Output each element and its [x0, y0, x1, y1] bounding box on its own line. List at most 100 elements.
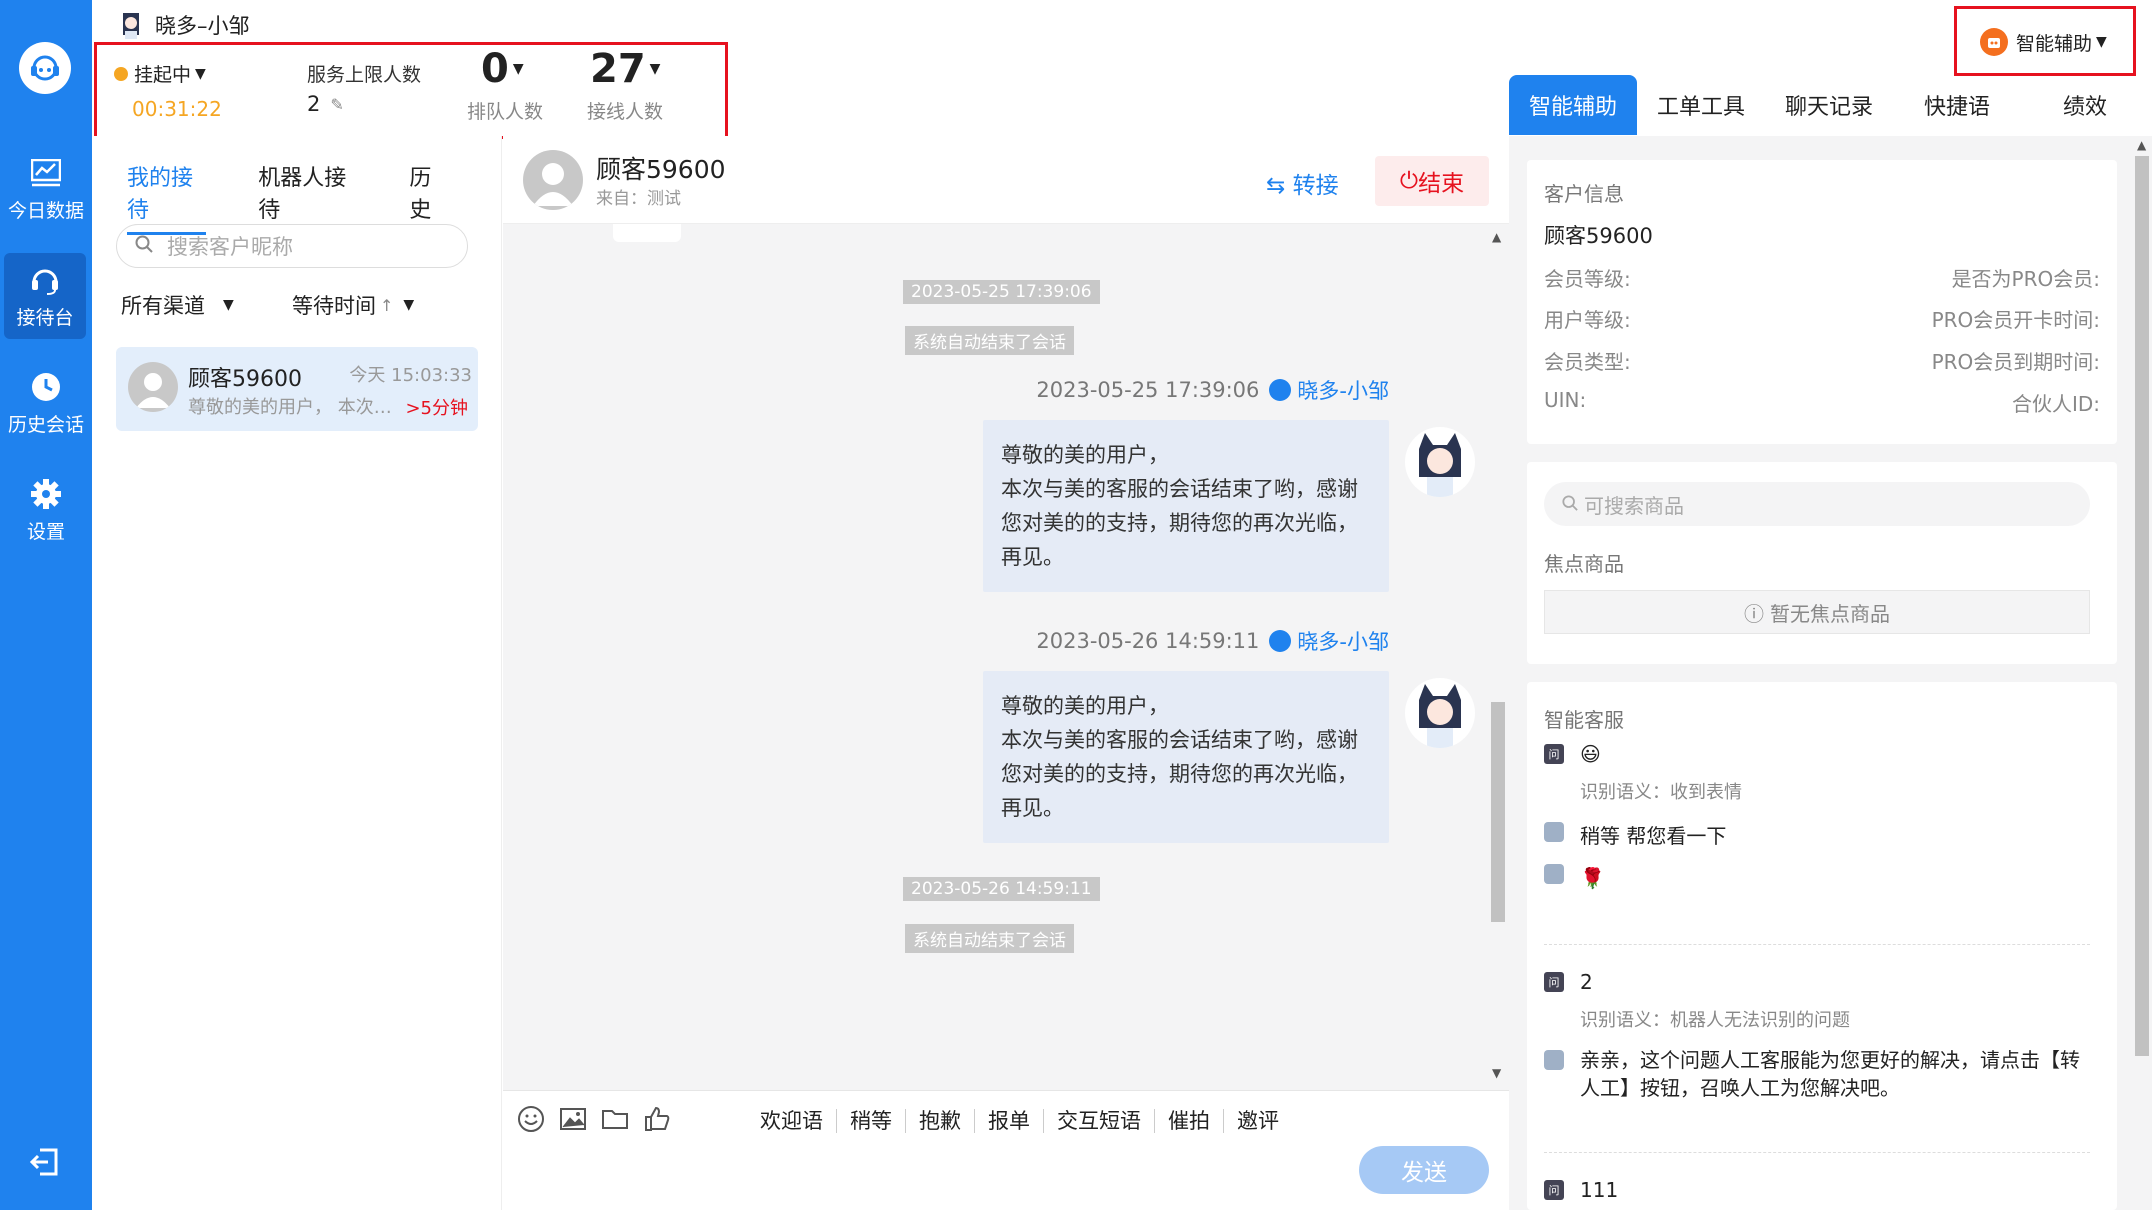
sidebar-item-settings[interactable]: 设置	[0, 467, 92, 553]
customer-search-input[interactable]: 搜索客户昵称	[116, 224, 468, 268]
system-timestamp: 2023-05-26 14:59:11	[903, 877, 1100, 901]
folder-icon[interactable]	[601, 1105, 629, 1133]
focus-products-title: 焦点商品	[1544, 552, 1624, 576]
sidebar-item-history[interactable]: 历史会话	[0, 360, 92, 446]
composer-tools	[517, 1105, 685, 1133]
customer-avatar	[128, 362, 178, 412]
quick-phrase-sorry[interactable]: 抱歉	[906, 1109, 975, 1133]
connected-count-dropdown[interactable]: 27 ▼	[590, 46, 660, 92]
status-dropdown[interactable]: 挂起中 ▼	[114, 60, 206, 87]
customer-info-title: 客户信息	[1544, 182, 1624, 206]
message-sender: 晓多-小邹	[1297, 379, 1389, 403]
answer-text: 🌹	[1580, 866, 1605, 890]
gear-icon	[29, 477, 63, 511]
emoji-icon[interactable]	[517, 1105, 545, 1133]
image-icon[interactable]	[559, 1105, 587, 1133]
qa-answer[interactable]: 🌹	[1544, 864, 1605, 892]
answer-text: 稍等 帮您看一下	[1580, 824, 1727, 848]
answer-icon	[1544, 1050, 1564, 1070]
chat-pane: 顾客59600 来自：测试 ⇆ 转接 ⏻ 结束 2023-05-25 17:39:…	[503, 136, 1509, 1210]
product-card: 可搜索商品 焦点商品 ⓘ 暂无焦点商品	[1527, 462, 2117, 664]
quick-phrase-wait[interactable]: 稍等	[837, 1109, 906, 1133]
system-message: 系统自动结束了会话	[905, 326, 1074, 355]
chevron-down-icon: ▼	[2096, 34, 2107, 50]
thumbs-up-icon[interactable]	[643, 1105, 671, 1133]
send-button[interactable]: 发送	[1359, 1146, 1489, 1194]
chat-scrollbar[interactable]: ▲ ▼	[1487, 230, 1507, 1086]
scroll-up-icon[interactable]: ▲	[1492, 230, 1501, 244]
chevron-down-icon: ▼	[649, 61, 661, 77]
sidebar: 今日数据 接待台 历史会话 设置	[0, 0, 92, 1210]
service-limit-edit[interactable]: 2 ✎	[307, 92, 344, 116]
sidebar-item-label: 设置	[26, 520, 65, 543]
transfer-button[interactable]: ⇆ 转接	[1266, 166, 1339, 200]
message-text: 尊敬的美的用户， 本次与美的客服的会话结束了哟，感谢您对美的的支持，期待您的再次…	[1001, 443, 1358, 569]
headset-icon	[28, 263, 62, 297]
divider	[1544, 944, 2090, 945]
queue-count: 0	[481, 46, 509, 92]
status-label: 挂起中	[134, 64, 192, 86]
sidebar-item-label: 接待台	[16, 306, 74, 329]
product-search-input[interactable]: 可搜索商品	[1544, 482, 2090, 526]
tab-ticket-tools[interactable]: 工单工具	[1637, 75, 1765, 135]
sidebar-item-today-data[interactable]: 今日数据	[0, 146, 92, 232]
quick-phrase-urge[interactable]: 催拍	[1155, 1109, 1224, 1133]
smart-assist-dropdown[interactable]: 智能辅助 ▼	[1980, 28, 2107, 56]
no-focus-products: ⓘ 暂无焦点商品	[1544, 590, 2090, 634]
message-input[interactable]	[503, 1150, 1509, 1210]
product-search-placeholder: 可搜索商品	[1584, 493, 1684, 518]
search-icon	[1562, 492, 1578, 516]
quick-phrase-bar: 欢迎语 稍等 抱歉 报单 交互短语 催拍 邀评	[747, 1109, 1292, 1133]
right-panel-scrollbar[interactable]: ▲	[2132, 136, 2152, 1210]
pro-open-time-label: PRO会员开卡时间:	[1931, 308, 2100, 332]
pencil-icon: ✎	[330, 94, 344, 114]
chevron-down-icon: ▼	[223, 297, 234, 313]
tab-performance[interactable]: 绩效	[2021, 75, 2149, 135]
user-level-label: 用户等级:	[1544, 308, 1631, 332]
answer-icon	[1544, 822, 1564, 842]
qa-semantic: 识别语义：机器人无法识别的问题	[1580, 1010, 1850, 1031]
clock-icon	[29, 370, 63, 404]
conversation-preview: 尊敬的美的用户， 本次与美的客服的会话结束了哟	[188, 397, 398, 418]
connected-count: 27	[590, 46, 646, 92]
scrollbar-thumb[interactable]	[1491, 702, 1505, 922]
system-message: 系统自动结束了会话	[905, 924, 1074, 953]
qa-answer[interactable]: 亲亲，这个问题人工客服能为您更好的解决，请点击【转人工】按钮，召唤人工为您解决吧…	[1544, 1046, 2090, 1102]
quick-phrase-order[interactable]: 报单	[975, 1109, 1044, 1133]
smart-assist-label: 智能辅助	[2016, 32, 2093, 55]
info-icon: ⓘ	[1744, 601, 1764, 626]
question-icon: 问	[1544, 1180, 1564, 1200]
service-limit-label: 服务上限人数	[307, 64, 422, 86]
wait-time-label: 等待时间	[292, 294, 376, 318]
robot-icon	[1269, 379, 1292, 401]
chart-icon	[29, 156, 63, 190]
agent-info: 晓多–小邹	[117, 10, 250, 40]
tab-chat-history[interactable]: 聊天记录	[1765, 75, 1893, 135]
queue-count-dropdown[interactable]: 0 ▼	[481, 46, 524, 92]
conversation-item[interactable]: 顾客59600 今天 15:03:33 尊敬的美的用户， 本次与美的客服的会话结…	[116, 347, 478, 431]
channel-filter-dropdown[interactable]: 所有渠道 ▼	[121, 290, 234, 320]
quick-phrase-review[interactable]: 邀评	[1224, 1109, 1292, 1133]
agent-avatar	[1405, 678, 1475, 748]
scroll-up-icon[interactable]: ▲	[2137, 138, 2146, 152]
message-bubble: 尊敬的美的用户， 本次与美的客服的会话结束了哟，感谢您对美的的支持，期待您的再次…	[983, 671, 1389, 843]
quick-phrase-interactive[interactable]: 交互短语	[1044, 1109, 1155, 1133]
qa-answer[interactable]: 稍等 帮您看一下	[1544, 822, 1726, 850]
transfer-icon: ⇆	[1266, 173, 1293, 199]
quick-phrase-welcome[interactable]: 欢迎语	[747, 1109, 837, 1133]
tab-smart-assist[interactable]: 智能辅助	[1509, 75, 1637, 135]
member-type-label: 会员类型:	[1544, 350, 1631, 374]
conversation-list-pane: 我的接待 机器人接待 历史 搜索客户昵称 所有渠道 ▼ 等待时间 ↑ ▼ 顾客5960…	[92, 136, 502, 1210]
sidebar-item-reception[interactable]: 接待台	[4, 253, 86, 339]
question-icon: 问	[1544, 972, 1564, 992]
wait-time-sort-dropdown[interactable]: 等待时间 ↑ ▼	[292, 290, 414, 320]
logout-icon[interactable]	[28, 1144, 64, 1180]
question-text: 2	[1580, 970, 1593, 994]
end-session-button[interactable]: ⏻ 结束	[1375, 156, 1489, 206]
queue-label: 排队人数	[467, 101, 544, 123]
end-label: 结束	[1418, 171, 1465, 197]
scroll-down-icon[interactable]: ▼	[1492, 1066, 1501, 1080]
answer-icon	[1544, 864, 1564, 884]
scrollbar-thumb[interactable]	[2135, 156, 2149, 1056]
tab-quick-phrases[interactable]: 快捷语	[1893, 75, 2021, 135]
